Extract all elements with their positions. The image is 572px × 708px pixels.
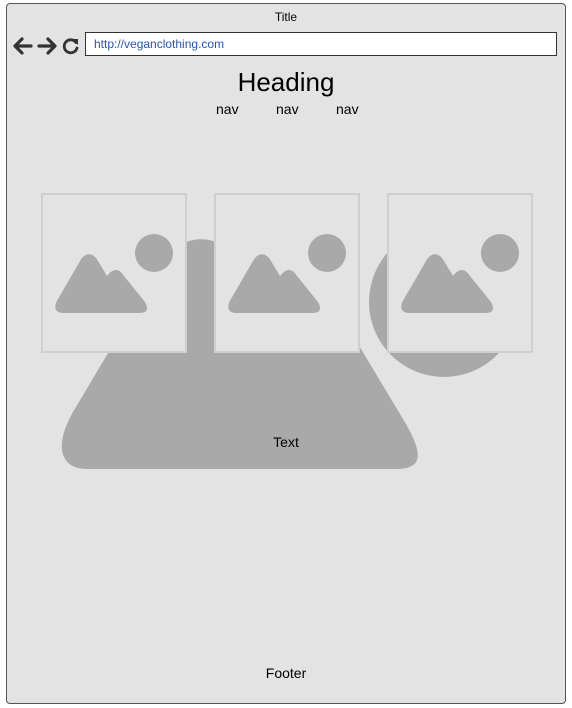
back-button[interactable] — [13, 36, 33, 56]
browser-window: Title Heading nav nav nav — [6, 3, 566, 704]
image-placeholder-3 — [387, 193, 533, 353]
window-title: Title — [274, 10, 298, 24]
nav-link-1[interactable]: nav — [216, 101, 239, 117]
arrow-right-icon — [37, 37, 57, 55]
reload-button[interactable] — [61, 36, 81, 56]
image-icon — [228, 234, 346, 313]
image-placeholder-1 — [41, 193, 187, 353]
body-text: Text — [273, 434, 299, 450]
image-icon — [55, 234, 173, 313]
arrow-left-icon — [13, 37, 33, 55]
image-placeholder-2 — [214, 193, 360, 353]
nav-link-2[interactable]: nav — [276, 101, 299, 117]
nav-link-3[interactable]: nav — [336, 101, 359, 117]
reload-icon — [62, 38, 79, 55]
url-input[interactable] — [85, 32, 557, 56]
page-footer: Footer — [265, 665, 307, 681]
forward-button[interactable] — [37, 36, 57, 56]
page-heading: Heading — [237, 67, 335, 97]
image-icon — [401, 234, 519, 313]
browser-toolbar — [7, 30, 565, 64]
